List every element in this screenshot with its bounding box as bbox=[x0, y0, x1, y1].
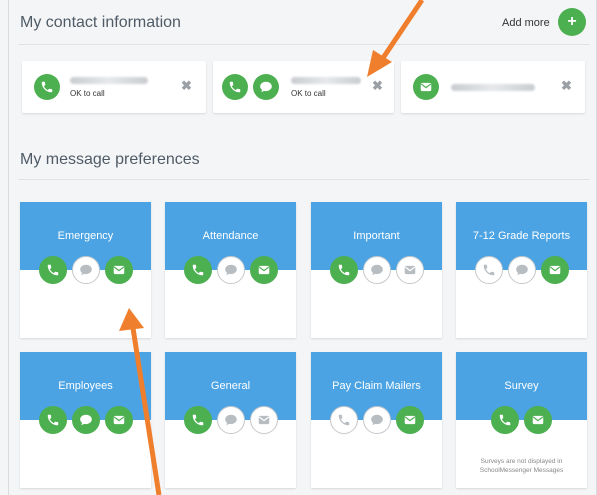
annotation-arrowhead-bottom bbox=[119, 308, 144, 331]
annotation-arrow-shaft-top bbox=[378, 0, 425, 63]
annotation-arrows bbox=[119, 0, 425, 495]
annotation-arrow-shaft-bottom bbox=[130, 327, 162, 495]
